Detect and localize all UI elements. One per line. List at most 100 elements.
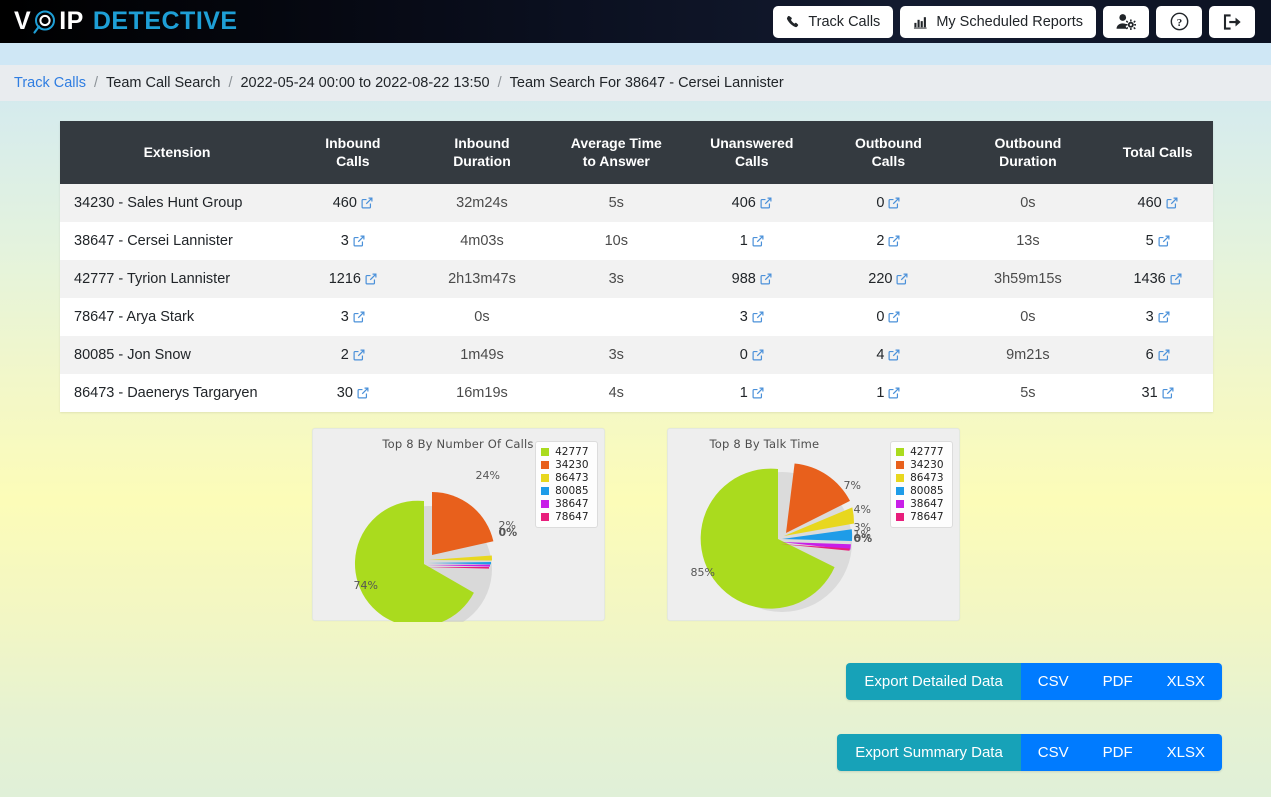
table-header: Extension Inbound Calls Inbound Duration… xyxy=(60,121,1213,184)
external-link-icon[interactable] xyxy=(752,387,764,399)
breadcrumb-separator: / xyxy=(93,75,99,91)
cell-inbound-duration: 0s xyxy=(474,309,490,325)
export-detailed-data-button[interactable]: Export Detailed Data xyxy=(846,663,1021,700)
external-link-icon[interactable] xyxy=(752,311,764,323)
cell-unanswered-calls-value: 0 xyxy=(739,347,748,363)
cell-outbound-calls-value: 2 xyxy=(876,233,885,249)
export-detailed-pdf-button[interactable]: PDF xyxy=(1085,663,1150,700)
cell-total-calls: 460 xyxy=(1102,184,1213,222)
external-link-icon[interactable] xyxy=(760,197,772,209)
pie-label-85: 85% xyxy=(690,566,715,579)
cell-outbound-calls-value: 1 xyxy=(876,385,885,401)
cell-inbound-duration: 32m24s xyxy=(456,195,508,211)
external-link-icon[interactable] xyxy=(365,273,377,285)
legend-item[interactable]: 80085 xyxy=(896,485,944,497)
legend-item[interactable]: 80085 xyxy=(541,485,589,497)
export-detailed-data-group: Export Detailed Data CSV PDF XLSX xyxy=(846,663,1222,700)
external-link-icon[interactable] xyxy=(357,387,369,399)
cell-inbound-calls: 1216 xyxy=(294,260,412,298)
cell-outbound-calls: 4 xyxy=(823,336,953,374)
legend-label: 86473 xyxy=(555,472,589,484)
export-summary-csv-button[interactable]: CSV xyxy=(1020,734,1086,771)
cell-inbound-calls: 3 xyxy=(294,298,412,336)
export-detailed-csv-button[interactable]: CSV xyxy=(1020,663,1086,700)
user-gear-icon xyxy=(1116,13,1136,30)
cell-total-calls: 31 xyxy=(1102,374,1213,412)
external-link-icon[interactable] xyxy=(888,197,900,209)
cell-inbound-duration: 16m19s xyxy=(456,385,508,401)
external-link-icon[interactable] xyxy=(1158,235,1170,247)
legend-item[interactable]: 78647 xyxy=(541,511,589,523)
cell-extension: 34230 - Sales Hunt Group xyxy=(74,195,243,211)
cell-total-calls: 5 xyxy=(1102,222,1213,260)
external-link-icon[interactable] xyxy=(361,197,373,209)
help-button[interactable]: ? xyxy=(1156,5,1202,38)
external-link-icon[interactable] xyxy=(353,311,365,323)
breadcrumb-separator: / xyxy=(228,75,233,91)
my-scheduled-reports-label: My Scheduled Reports xyxy=(936,13,1083,30)
legend-swatch-icon xyxy=(896,461,905,469)
export-summary-data-button[interactable]: Export Summary Data xyxy=(837,734,1021,771)
cell-total-calls-value: 6 xyxy=(1145,347,1154,363)
cell-unanswered-calls: 988 xyxy=(680,260,823,298)
col-outbound-calls: Outbound Calls xyxy=(823,121,954,184)
external-link-icon[interactable] xyxy=(752,349,764,361)
cell-unanswered-calls: 406 xyxy=(680,184,823,222)
cell-inbound-calls-value: 3 xyxy=(340,233,349,249)
cell-inbound-calls: 460 xyxy=(294,184,412,222)
legend-item[interactable]: 38647 xyxy=(896,498,944,510)
export-summary-pdf-button[interactable]: PDF xyxy=(1085,734,1150,771)
export-detailed-xlsx-button[interactable]: XLSX xyxy=(1149,663,1222,700)
legend-item[interactable]: 34230 xyxy=(896,459,944,471)
legend-item[interactable]: 34230 xyxy=(541,459,589,471)
cell-inbound-duration: 1m49s xyxy=(460,347,504,363)
external-link-icon[interactable] xyxy=(760,273,772,285)
table-row: 80085 - Jon Snow 2 1m49s 3s 0 4 9m21s 6 xyxy=(60,336,1213,374)
external-link-icon[interactable] xyxy=(353,349,365,361)
breadcrumb-item-date-range: 2022-05-24 00:00 to 2022-08-22 13:50 xyxy=(240,75,490,91)
pie-label-7: 7% xyxy=(843,479,861,492)
cell-average-time-to-answer: 3s xyxy=(608,347,624,363)
cell-unanswered-calls-value: 1 xyxy=(739,385,748,401)
page-root: V IP DETECTIVE Track Calls My Scheduled … xyxy=(0,0,1271,797)
track-calls-button[interactable]: Track Calls xyxy=(773,5,894,38)
logout-button[interactable] xyxy=(1209,5,1255,38)
pie-label-0: 0% xyxy=(498,526,518,539)
legend-label: 42777 xyxy=(555,446,589,458)
legend-label: 80085 xyxy=(910,485,944,497)
external-link-icon[interactable] xyxy=(1170,273,1182,285)
cell-average-time-to-answer: 4s xyxy=(608,385,624,401)
legend-swatch-icon xyxy=(896,448,905,456)
export-summary-xlsx-button[interactable]: XLSX xyxy=(1149,734,1222,771)
legend-item[interactable]: 86473 xyxy=(896,472,944,484)
charts-row: Top 8 By Number Of Calls 74% 24% 2% 0% 4… xyxy=(0,428,1271,632)
external-link-icon[interactable] xyxy=(1166,197,1178,209)
external-link-icon[interactable] xyxy=(888,387,900,399)
legend-swatch-icon xyxy=(541,448,550,456)
legend-item[interactable]: 38647 xyxy=(541,498,589,510)
legend-swatch-icon xyxy=(541,513,550,521)
external-link-icon[interactable] xyxy=(888,311,900,323)
legend-item[interactable]: 42777 xyxy=(896,446,944,458)
external-link-icon[interactable] xyxy=(888,349,900,361)
user-settings-button[interactable] xyxy=(1103,5,1149,38)
cell-outbound-calls-value: 4 xyxy=(876,347,885,363)
app-logo[interactable]: V IP DETECTIVE xyxy=(14,9,238,35)
breadcrumb-item-track-calls[interactable]: Track Calls xyxy=(14,75,86,91)
legend-label: 80085 xyxy=(555,485,589,497)
external-link-icon[interactable] xyxy=(896,273,908,285)
external-link-icon[interactable] xyxy=(1162,387,1174,399)
cell-outbound-duration: 0s xyxy=(1020,309,1036,325)
my-scheduled-reports-button[interactable]: My Scheduled Reports xyxy=(900,5,1096,38)
cell-total-calls: 1436 xyxy=(1102,260,1213,298)
external-link-icon[interactable] xyxy=(752,235,764,247)
legend-item[interactable]: 78647 xyxy=(896,511,944,523)
external-link-icon[interactable] xyxy=(1158,311,1170,323)
external-link-icon[interactable] xyxy=(1158,349,1170,361)
external-link-icon[interactable] xyxy=(888,235,900,247)
legend-item[interactable]: 42777 xyxy=(541,446,589,458)
cell-inbound-calls: 2 xyxy=(294,336,412,374)
legend-item[interactable]: 86473 xyxy=(541,472,589,484)
external-link-icon[interactable] xyxy=(353,235,365,247)
cell-total-calls-value: 5 xyxy=(1145,233,1154,249)
